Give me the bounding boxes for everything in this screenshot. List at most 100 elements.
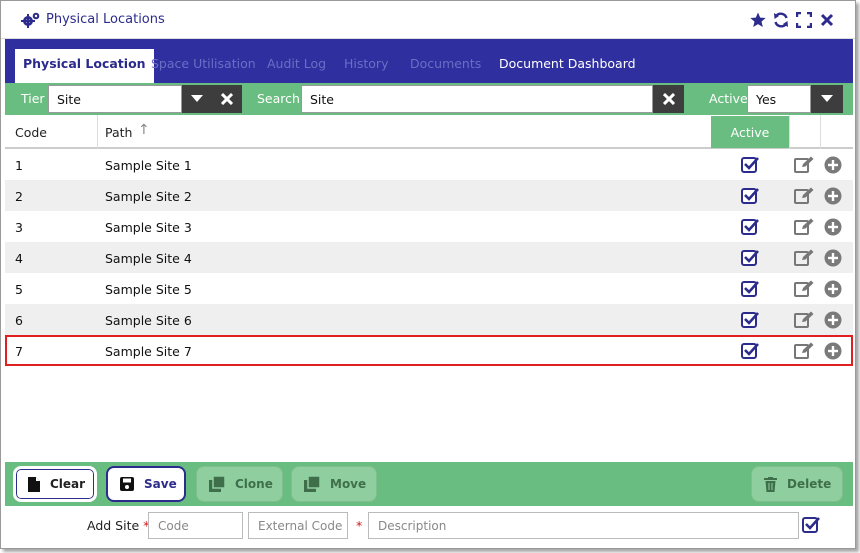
save-button[interactable]: Save — [106, 466, 186, 502]
edit-icon[interactable] — [794, 187, 814, 205]
tier-dropdown-button[interactable] — [182, 85, 212, 113]
column-divider — [97, 115, 98, 149]
add-circle-icon[interactable] — [824, 311, 842, 329]
file-icon — [28, 476, 40, 492]
clear-button-label: Clear — [50, 477, 86, 491]
edit-icon[interactable] — [794, 280, 814, 298]
tier-select[interactable]: Site — [48, 85, 182, 113]
tab-history[interactable]: History — [336, 49, 396, 83]
add-site-external-code-input[interactable]: External Code — [248, 512, 348, 539]
checkbox-checked-icon[interactable] — [741, 156, 759, 174]
edit-icon[interactable] — [794, 311, 814, 329]
tab-space-utilisation[interactable]: Space Utilisation — [143, 49, 264, 83]
table-header: Code Path ↑ Active — [5, 115, 853, 149]
edit-icon[interactable] — [794, 218, 814, 236]
checkbox-checked-icon[interactable] — [741, 218, 759, 236]
add-site-description-input[interactable]: Description — [368, 512, 799, 539]
tab-physical-location[interactable]: Physical Location — [15, 49, 154, 83]
cell-code: 1 — [15, 158, 23, 173]
tab-documents[interactable]: Documents — [402, 49, 489, 83]
clone-button[interactable]: Clone — [196, 466, 283, 502]
add-circle-icon[interactable] — [824, 187, 842, 205]
header-path[interactable]: Path — [105, 125, 132, 140]
move-icon — [304, 476, 320, 492]
tab-bar: Physical Location Space Utilisation Audi… — [5, 39, 853, 83]
move-button[interactable]: Move — [291, 466, 377, 502]
required-mark: * — [356, 518, 363, 533]
sort-up-icon[interactable]: ↑ — [138, 122, 150, 138]
active-select[interactable]: Yes — [747, 85, 811, 113]
table-row[interactable]: 5 Sample Site 5 — [5, 273, 853, 304]
cell-path: Sample Site 2 — [105, 189, 192, 204]
add-circle-icon[interactable] — [824, 249, 842, 267]
cell-path: Sample Site 6 — [105, 313, 192, 328]
add-site-active-checkbox[interactable] — [802, 516, 820, 534]
clear-x-icon — [221, 93, 233, 105]
checkbox-checked-icon[interactable] — [741, 280, 759, 298]
table-row[interactable]: 7 Sample Site 7 — [5, 335, 853, 366]
caret-down-icon — [191, 95, 203, 102]
cell-code: 2 — [15, 189, 23, 204]
active-label: Active — [709, 91, 748, 106]
caret-down-icon — [821, 95, 833, 102]
table-row[interactable]: 1 Sample Site 1 — [5, 149, 853, 180]
edit-icon[interactable] — [794, 249, 814, 267]
window-title: Physical Locations — [46, 12, 165, 27]
delete-button[interactable]: Delete — [751, 466, 843, 502]
search-label: Search — [257, 91, 300, 106]
edit-icon[interactable] — [794, 342, 814, 360]
clone-icon — [209, 476, 225, 492]
filter-bar: Tier Site Search Site Active Yes — [5, 83, 853, 115]
add-circle-icon[interactable] — [824, 218, 842, 236]
search-clear-button[interactable] — [653, 85, 684, 113]
add-site-bar: Add Site * Code External Code * Descript… — [5, 506, 853, 546]
star-icon[interactable] — [749, 11, 766, 28]
title-bar: Physical Locations — [1, 1, 855, 39]
table-row[interactable]: 2 Sample Site 2 — [5, 180, 853, 211]
add-circle-icon[interactable] — [824, 342, 842, 360]
checkbox-checked-icon[interactable] — [741, 249, 759, 267]
tier-clear-button[interactable] — [212, 85, 242, 113]
clear-button[interactable]: Clear — [13, 466, 97, 502]
add-circle-icon[interactable] — [824, 156, 842, 174]
column-divider — [789, 115, 790, 149]
save-icon — [120, 477, 134, 491]
cell-path: Sample Site 3 — [105, 220, 192, 235]
cell-code: 6 — [15, 313, 23, 328]
tab-document-dashboard[interactable]: Document Dashboard — [491, 49, 644, 83]
header-active[interactable]: Active — [711, 116, 789, 148]
add-circle-icon[interactable] — [824, 280, 842, 298]
cell-code: 5 — [15, 282, 23, 297]
close-icon[interactable] — [818, 11, 835, 28]
tab-audit-log[interactable]: Audit Log — [259, 49, 334, 83]
cell-path: Sample Site 4 — [105, 251, 192, 266]
table-row[interactable]: 3 Sample Site 3 — [5, 211, 853, 242]
clone-button-label: Clone — [235, 477, 273, 491]
header-code[interactable]: Code — [15, 125, 47, 140]
column-divider — [820, 115, 821, 149]
expand-icon[interactable] — [795, 11, 812, 28]
delete-button-label: Delete — [787, 477, 832, 491]
cell-path: Sample Site 1 — [105, 158, 192, 173]
physical-locations-window: Physical Locations Physical Location Spa… — [0, 0, 856, 549]
refresh-icon[interactable] — [772, 11, 789, 28]
trash-icon — [764, 476, 777, 492]
cell-code: 4 — [15, 251, 23, 266]
search-input[interactable]: Site — [301, 85, 653, 113]
checkbox-checked-icon[interactable] — [741, 342, 759, 360]
table-row[interactable]: 4 Sample Site 4 — [5, 242, 853, 273]
active-dropdown-button[interactable] — [811, 85, 843, 113]
tier-label: Tier — [21, 91, 45, 106]
checkbox-checked-icon[interactable] — [741, 311, 759, 329]
cell-path: Sample Site 7 — [105, 344, 192, 359]
cell-path: Sample Site 5 — [105, 282, 192, 297]
clear-x-icon — [662, 93, 675, 105]
cell-code: 7 — [15, 344, 23, 359]
move-button-label: Move — [330, 477, 367, 491]
edit-icon[interactable] — [794, 156, 814, 174]
settings-icon — [21, 11, 41, 29]
add-site-code-input[interactable]: Code — [148, 512, 243, 539]
checkbox-checked-icon[interactable] — [741, 187, 759, 205]
action-bar: Clear Save Clone Move Delete — [5, 462, 853, 506]
table-row[interactable]: 6 Sample Site 6 — [5, 304, 853, 335]
